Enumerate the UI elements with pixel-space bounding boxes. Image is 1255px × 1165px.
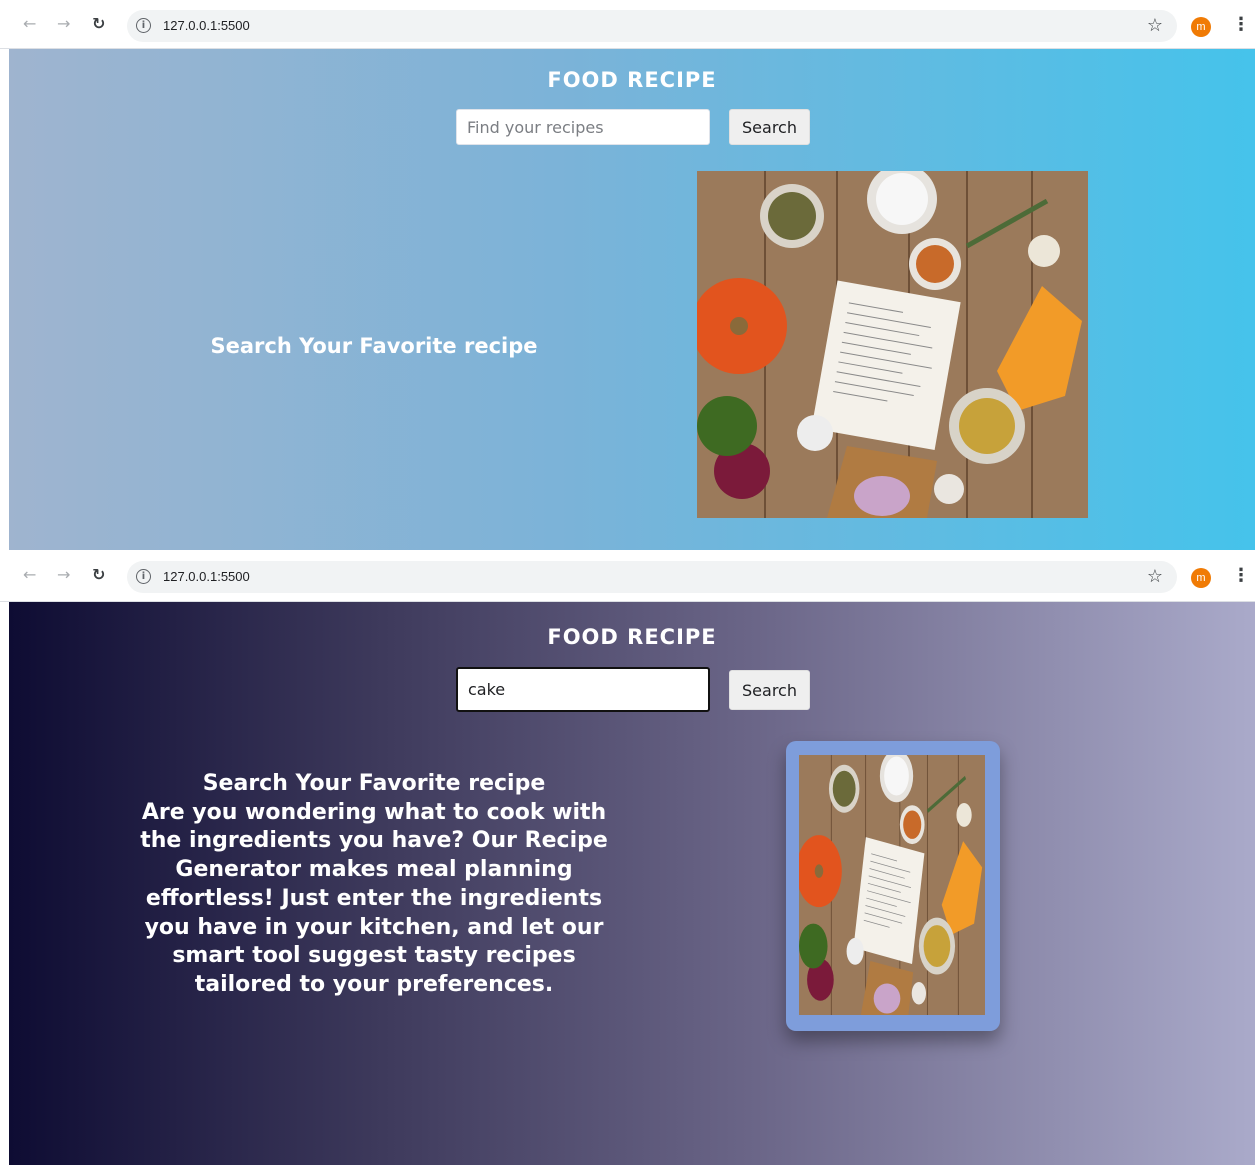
- hero-description: Are you wondering what to cook with the …: [140, 799, 608, 997]
- page-title: FOOD RECIPE: [547, 625, 717, 649]
- bookmark-star-icon[interactable]: ☆: [1147, 15, 1163, 37]
- address-bar[interactable]: i 127.0.0.1:5500 ☆: [127, 561, 1177, 593]
- hero-heading: Search Your Favorite recipe: [210, 334, 538, 358]
- forward-arrow-icon[interactable]: →: [57, 566, 70, 584]
- profile-avatar[interactable]: m: [1191, 568, 1211, 588]
- browser-menu-icon[interactable]: ⋮: [1232, 14, 1250, 36]
- search-button[interactable]: Search: [729, 109, 810, 145]
- image-card: [786, 741, 1000, 1031]
- address-bar[interactable]: i 127.0.0.1:5500 ☆: [127, 10, 1177, 42]
- url-text: 127.0.0.1:5500: [163, 569, 250, 584]
- back-arrow-icon[interactable]: ←: [23, 566, 36, 584]
- bookmark-star-icon[interactable]: ☆: [1147, 566, 1163, 588]
- browser-window-1: ← → ↻ i 127.0.0.1:5500 ☆ m ⋮ FOOD RECIPE…: [0, 0, 1255, 550]
- browser-window-2: ← → ↻ i 127.0.0.1:5500 ☆ m ⋮ FOOD RECIPE…: [0, 551, 1255, 1165]
- search-button[interactable]: Search: [729, 670, 810, 710]
- site-info-icon[interactable]: i: [136, 18, 151, 33]
- url-text: 127.0.0.1:5500: [163, 18, 250, 33]
- food-ingredients-image: [799, 755, 985, 1015]
- site-info-icon[interactable]: i: [136, 569, 151, 584]
- page-content: FOOD RECIPE Search Search Your Favorite …: [9, 49, 1255, 550]
- recipe-search-input[interactable]: [456, 667, 710, 712]
- page-content: FOOD RECIPE Search Search Your Favorite …: [9, 602, 1255, 1165]
- page-title: FOOD RECIPE: [547, 68, 717, 92]
- browser-toolbar: ← → ↻ i 127.0.0.1:5500 ☆ m ⋮: [0, 551, 1255, 602]
- forward-arrow-icon[interactable]: →: [57, 15, 70, 33]
- back-arrow-icon[interactable]: ←: [23, 15, 36, 33]
- reload-icon[interactable]: ↻: [92, 15, 105, 33]
- food-ingredients-image: [697, 171, 1088, 518]
- hero-text: Search Your Favorite recipe Are you wond…: [129, 770, 619, 1000]
- reload-icon[interactable]: ↻: [92, 566, 105, 584]
- profile-avatar[interactable]: m: [1191, 17, 1211, 37]
- browser-menu-icon[interactable]: ⋮: [1232, 565, 1250, 587]
- hero-heading: Search Your Favorite recipe: [202, 771, 546, 796]
- browser-toolbar: ← → ↻ i 127.0.0.1:5500 ☆ m ⋮: [0, 0, 1255, 49]
- recipe-search-input[interactable]: [456, 109, 710, 145]
